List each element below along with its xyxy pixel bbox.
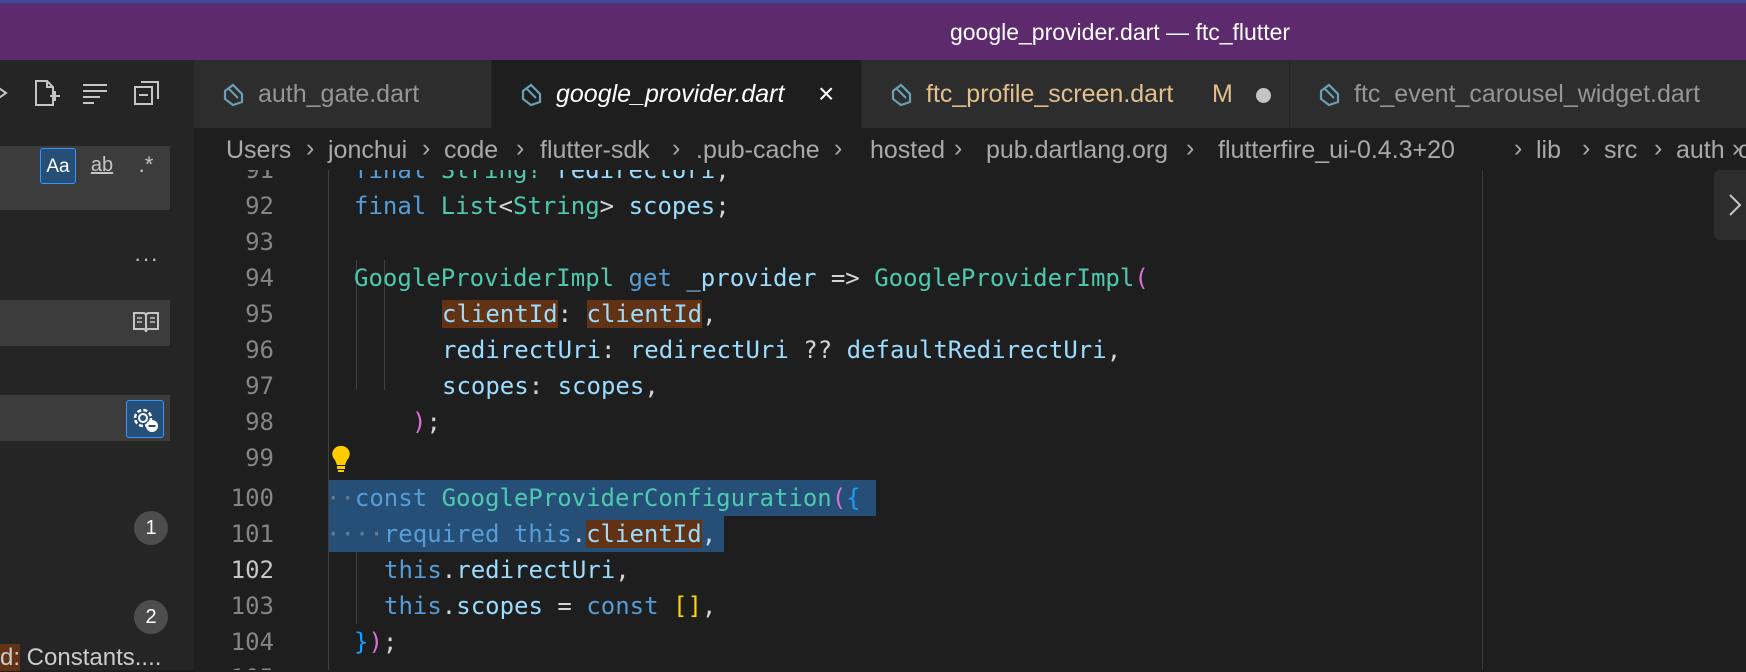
new-file-icon[interactable] (30, 78, 60, 108)
window-title: google_provider.dart — ftc_flutter (949, 19, 1291, 45)
line-number: 103 (230, 592, 274, 620)
breadcrumb-item[interactable]: auth (1676, 136, 1725, 165)
indent-guide (328, 170, 329, 670)
breadcrumb-item[interactable]: Users (226, 136, 291, 165)
line-number: 100 (230, 484, 274, 512)
title-bar: google_provider.dart — ftc_flutter (0, 0, 1746, 60)
code-line-current[interactable]: this.redirectUri, (384, 552, 630, 588)
dart-file-icon (1319, 83, 1340, 107)
collapse-all-icon[interactable] (132, 78, 162, 108)
code-editor[interactable]: 91 92 93 94 95 96 97 98 99 100 101 102 1… (194, 170, 1746, 670)
code-line[interactable]: }); (354, 624, 397, 660)
chevron-right-icon: › (1582, 134, 1591, 162)
breadcrumb-item[interactable]: .pub-cache (696, 136, 820, 165)
line-number: 95 (245, 300, 274, 328)
line-number: 96 (245, 336, 274, 364)
chevron-right-icon: › (306, 134, 315, 162)
chevron-right-icon: › (834, 134, 843, 162)
tab-label: auth_gate.dart (258, 80, 420, 108)
code-line[interactable]: final String? redirectUri; (354, 170, 730, 188)
line-number: 92 (245, 192, 274, 220)
minimap-toggle[interactable] (1714, 170, 1746, 240)
tab-google-provider[interactable]: google_provider.dart × (492, 60, 862, 128)
chevron-right-icon: › (954, 134, 963, 162)
result-count-badge: 1 (134, 511, 168, 545)
chevron-right-icon: › (1514, 134, 1523, 162)
chevron-right-icon: › (1654, 134, 1663, 162)
breadcrumb-item[interactable]: o (1738, 136, 1746, 165)
tab-auth-gate[interactable]: auth_gate.dart (194, 60, 492, 128)
match-case-toggle[interactable]: Aa (40, 148, 76, 184)
code-line[interactable]: ··const GoogleProviderConfiguration({ (326, 480, 861, 516)
line-number: 101 (230, 520, 274, 548)
breadcrumb-item[interactable]: flutterfire_ui-0.4.3+20 (1218, 136, 1455, 165)
search-sidebar: Aa ab .* ··· 1 2 d: Constants.... (0, 60, 194, 672)
code-line[interactable]: final List<String> scopes; (354, 188, 730, 224)
line-number: 98 (245, 408, 274, 436)
dart-file-icon (891, 83, 912, 107)
dart-file-icon (223, 83, 244, 107)
tab-label: ftc_event_carousel_widget.dart (1354, 80, 1701, 108)
unsaved-dot-icon[interactable] (1256, 88, 1271, 103)
code-line[interactable]: ); (412, 404, 441, 440)
dart-file-icon (521, 83, 542, 107)
tab-ftc-profile-screen[interactable]: ftc_profile_screen.dart M (862, 60, 1290, 128)
line-number: 105 (194, 660, 274, 670)
regex-toggle[interactable]: .* (128, 150, 164, 182)
line-number: 104 (230, 628, 274, 656)
breadcrumb-item[interactable]: code (444, 136, 498, 165)
tab-label: google_provider.dart (556, 80, 785, 108)
list-icon[interactable] (80, 78, 110, 108)
breadcrumb-item[interactable]: pub.dartlang.org (986, 136, 1168, 165)
more-options-button[interactable]: ··· (134, 246, 159, 272)
line-number-current: 102 (230, 556, 274, 584)
code-line[interactable]: redirectUri: redirectUri ?? defaultRedir… (442, 332, 1121, 368)
lightbulb-icon[interactable] (330, 444, 352, 474)
line-number: 93 (245, 228, 274, 256)
settings-gear-icon[interactable] (126, 400, 164, 438)
breadcrumb-item[interactable]: jonchui (328, 136, 407, 165)
editor-tabs: auth_gate.dart google_provider.dart × ft… (194, 60, 1746, 128)
tab-ftc-event-carousel-widget[interactable]: ftc_event_carousel_widget.dart (1290, 60, 1746, 128)
chevron-right-icon (1729, 194, 1742, 216)
search-result-match[interactable]: d: Constants.... (0, 644, 161, 672)
code-line[interactable]: scopes: scopes, (442, 368, 659, 404)
match-highlight: d: (0, 644, 21, 671)
result-count-badge: 2 (134, 600, 168, 634)
breadcrumb-item[interactable]: src (1604, 136, 1637, 165)
breadcrumb-item[interactable]: hosted (870, 136, 945, 165)
code-line[interactable]: GoogleProviderImpl get _provider => Goog… (354, 260, 1149, 296)
modified-marker: M (1212, 80, 1233, 108)
code-line[interactable]: clientId: clientId, (442, 296, 717, 332)
line-number: 99 (245, 444, 274, 472)
book-icon[interactable] (132, 310, 160, 334)
indent-guide (356, 552, 357, 624)
breadcrumb-item[interactable]: lib (1536, 136, 1561, 165)
tab-label: ftc_profile_screen.dart (926, 80, 1174, 108)
chevron-right-icon: › (672, 134, 681, 162)
line-number: 94 (245, 264, 274, 292)
chevron-right-icon: › (1186, 134, 1195, 162)
collapse-icon[interactable] (0, 78, 22, 108)
vertical-ruler (1482, 170, 1483, 670)
chevron-right-icon: › (516, 134, 525, 162)
whole-word-toggle[interactable]: ab (84, 150, 120, 182)
match-text: Constants.... (20, 644, 162, 671)
code-line[interactable]: ····required this.clientId, (326, 516, 716, 552)
breadcrumb-item[interactable]: flutter-sdk (540, 136, 650, 165)
close-icon[interactable]: × (818, 78, 834, 110)
line-number: 91 (245, 170, 274, 184)
chevron-right-icon: › (422, 134, 431, 162)
breadcrumb: Users › jonchui › code › flutter-sdk › .… (194, 128, 1746, 170)
line-number: 97 (245, 372, 274, 400)
code-line[interactable]: this.scopes = const [], (384, 588, 716, 624)
